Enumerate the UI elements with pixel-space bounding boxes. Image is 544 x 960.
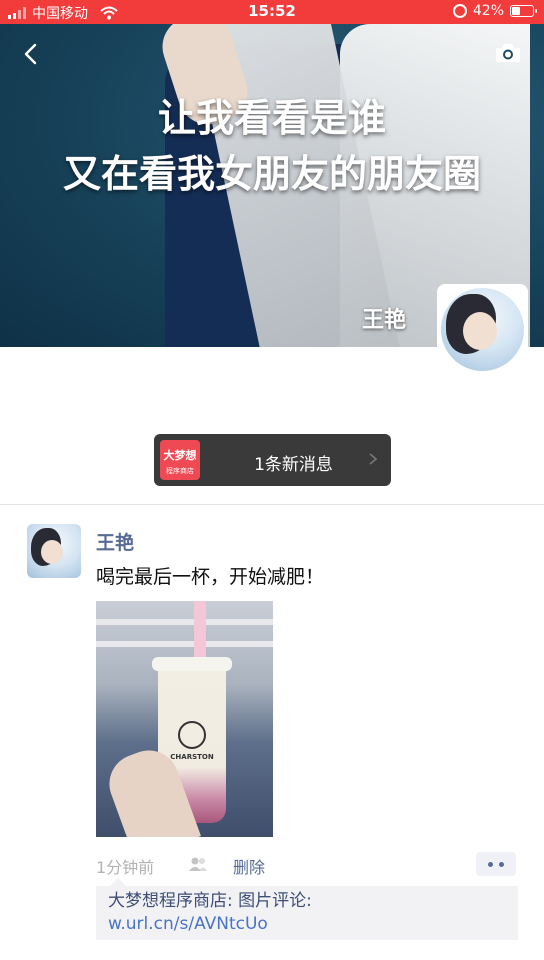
chevron-right-icon (369, 453, 377, 465)
post-text: 喝完最后一杯，开始减肥！ (96, 566, 325, 588)
privacy-icon[interactable] (188, 856, 208, 872)
status-bar: 中国移动 15:52 42% (0, 0, 544, 24)
comment-author[interactable]: 大梦想程序商店 (108, 891, 227, 911)
comment-text: 图片评论: (238, 891, 312, 911)
rotation-lock-icon (452, 4, 467, 18)
cover-caption-line1: 让我看看是谁 (157, 96, 386, 140)
thumb-title: 大梦想 (163, 449, 197, 462)
battery-icon (510, 5, 537, 17)
back-icon[interactable] (20, 42, 44, 66)
owner-avatar-photo (441, 288, 524, 371)
image-straw (194, 601, 206, 663)
new-message-notice[interactable]: 大梦想 程序商店 1条新消息 (154, 434, 391, 486)
notice-text: 1条新消息 (254, 455, 333, 475)
camera-icon[interactable] (494, 42, 522, 64)
delete-button[interactable]: 删除 (233, 854, 265, 878)
notice-sender-thumb: 大梦想 程序商店 (160, 440, 200, 480)
comment-box: 大梦想程序商店: 图片评论: w.url.cn/s/AVNtcUo (96, 878, 518, 940)
post-author-avatar[interactable] (27, 524, 81, 578)
battery-percent: 42% (472, 3, 504, 19)
more-icon (488, 862, 493, 867)
comment-separator: : (227, 891, 239, 911)
post-time: 1分钟前 (96, 858, 155, 877)
thumb-subtitle: 程序商店 (166, 467, 194, 475)
image-rail (96, 619, 273, 625)
owner-name: 王艳 (361, 308, 406, 333)
more-button[interactable] (476, 852, 516, 876)
post-image[interactable]: CHARSTON (96, 601, 273, 837)
owner-avatar[interactable] (437, 284, 528, 375)
status-right: 42% (452, 3, 537, 19)
section-divider (0, 504, 544, 505)
image-cup-lid (152, 657, 232, 671)
more-icon (499, 862, 504, 867)
post-author-name[interactable]: 王艳 (96, 528, 134, 555)
cover-caption-line2: 又在看我女朋友的朋友圈 (62, 152, 481, 196)
image-rail (96, 641, 273, 647)
comment-link[interactable]: w.url.cn/s/AVNtcUo (108, 913, 506, 936)
battery-level (512, 7, 520, 15)
image-cup-logo (178, 721, 206, 749)
